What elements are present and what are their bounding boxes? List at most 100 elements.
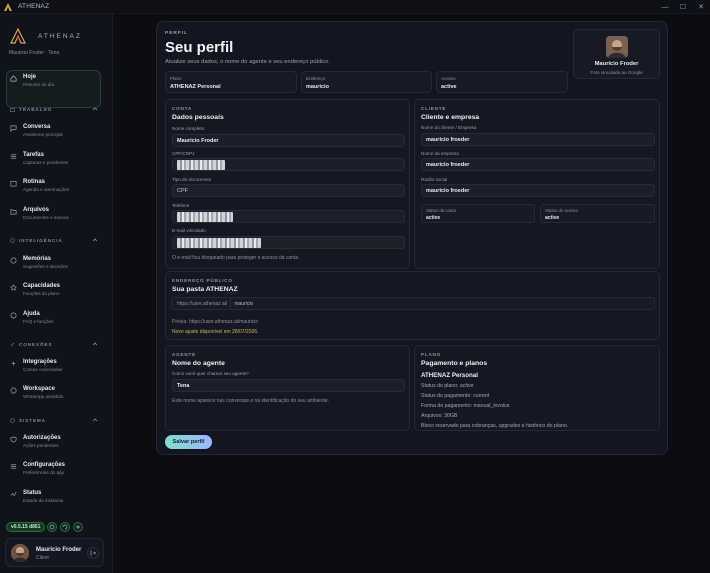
sidebar-item-sub: Documentos e anexos [23,215,69,220]
plan-line: Arquivos: 30GB [421,413,458,419]
address-slug[interactable]: mauricio [231,301,253,307]
link-icon [10,342,15,346]
full-name-label: Nome completo [172,126,205,131]
redacted-value [177,159,225,170]
account-status: Status da conta active [421,204,535,223]
sidebar-item-configuracoes[interactable]: Configurações Preferências do app [10,462,102,475]
section-conexoes[interactable]: CONEXÕES [10,341,98,347]
window-title: ATHENAZ [18,3,50,10]
sidebar-item-label: Status [23,490,42,496]
sidebar-item-integracoes[interactable]: Integrações Contas conectadas [10,359,102,372]
close-button[interactable]: ✕ [692,0,710,14]
sidebar-item-memorias[interactable]: Memórias Sugestões e decisões [10,256,102,269]
sidebar-item-conversa[interactable]: Conversa Assistente principal [10,124,102,137]
user-box[interactable]: Mauricio Froder Client [5,538,104,567]
plan-name: ATHENAZ Personal [421,372,478,379]
card-title: Cliente e empresa [421,114,480,121]
access-status-value: active [545,215,560,221]
save-button[interactable]: Salvar perfil [165,435,212,449]
brand-name: ATHENAZ [38,32,82,40]
client-input[interactable]: mauricio froeder [421,133,655,146]
conta-card: CONTA Dados pessoais Nome completo Mauri… [165,99,410,269]
sidebar-item-capacidades[interactable]: Capacidades Funções do plano [10,283,102,296]
chevron-up-icon[interactable] [92,106,98,112]
sidebar-item-rotinas[interactable]: Rotinas Agenda e automações [10,179,102,192]
logout-button[interactable] [87,547,99,559]
stat-label: Acesso [441,76,456,81]
stat-label: Endereço [306,76,326,81]
client-label: Nome do cliente / Empresa [421,125,477,130]
maximize-button[interactable]: ☐ [674,0,692,14]
sidebar-item-sub: Estado da instância [23,498,64,503]
user-role: Client [36,555,49,561]
full-name-input[interactable]: Mauricio Froder [172,134,405,147]
update-icon[interactable] [73,522,83,532]
chevron-up-icon[interactable] [92,237,98,243]
sidebar-item-ajuda[interactable]: Ajuda FAQ e funções [10,311,102,324]
legal-label: Razão social [421,177,448,182]
email-label: E-mail vinculado [172,228,206,233]
agente-card: AGENTE Nome do agente Como você quer cha… [165,345,410,431]
access-status-label: Status do acesso [545,208,578,213]
section-sistema[interactable]: SISTEMA [10,417,98,423]
brand-logo-icon [10,28,26,44]
stat-label: Plano [170,76,182,81]
sidebar-item-workspace[interactable]: Workspace WhatsApp assistido [10,386,102,399]
stat-endereco: Endereço mauricio [301,71,432,93]
phone-input[interactable] [172,210,405,223]
sidebar-item-arquivos[interactable]: Arquivos Documentos e anexos [10,207,102,220]
sidebar-item-status[interactable]: Status Estado da instância [10,490,102,503]
address-warning: Novo ajuste disponível em 28/07/2026. [172,329,259,335]
section-trabalho[interactable]: TRABALHO [10,106,98,112]
phone-label: Telefone [172,203,190,208]
doc-type-label: Tipo de documento [172,177,212,182]
card-eyebrow: CONTA [172,106,192,111]
sidebar-item-tarefas[interactable]: Tarefas Capturas e pendentes [10,152,102,165]
section-inteligencia[interactable]: INTELIGÊNCIA [10,237,98,243]
refresh-icon[interactable] [47,522,57,532]
minimize-button[interactable]: — [656,0,674,14]
card-eyebrow: ENDEREÇO PÚBLICO [172,278,233,283]
email-field [172,236,405,249]
company-input[interactable]: mauricio froeder [421,158,655,171]
brand: ATHENAZ [10,28,82,44]
cpf-label: CPF/CNPJ [172,151,195,156]
address-input[interactable]: https://user.athenaz.ai/ mauricio [171,297,655,310]
page-eyebrow: PERFIL [165,31,189,36]
sidebar-item-sub: Assistente principal [23,132,63,137]
sidebar-item-label: Conversa [23,124,51,130]
profile-photo-note: Foto vinculada ao Google [590,70,643,75]
legal-input[interactable]: mauricio froeder [421,184,655,197]
sidebar-item-label: Tarefas [23,152,44,158]
email-note: O e-mail fica bloqueado para proteger o … [172,255,300,261]
plan-line: Status do plano: active [421,383,474,389]
stat-plano: Plano ATHENAZ Personal [165,71,297,93]
section-title: INTELIGÊNCIA [19,237,63,243]
app-logo-icon [4,2,12,11]
doc-type-input[interactable]: CPF [172,184,405,197]
sidebar-item-hoje-content[interactable]: Hoje Resumo do dia [10,74,102,87]
address-prefix: https://user.athenaz.ai/ [172,298,232,309]
cpf-input[interactable] [172,158,405,171]
agent-name-input[interactable]: Tena [172,379,405,392]
status-icon [10,491,17,496]
sidebar-item-label: Memórias [23,256,52,262]
card-title: Pagamento e planos [421,360,488,367]
sidebar-item-sub: Sugestões e decisões [23,264,68,269]
briefcase-icon [10,107,15,112]
section-title: TRABALHO [19,106,53,112]
sidebar-item-autorizacoes[interactable]: Autorizações Ações pendentes [10,435,102,448]
sidebar-item-sub: Preferências do app [23,470,65,475]
chevron-up-icon[interactable] [92,417,98,423]
sync-icon[interactable] [60,522,70,532]
sidebar-item-label: Arquivos [23,207,50,213]
chevron-up-icon[interactable] [92,341,98,347]
sidebar-item-label: Capacidades [23,283,61,289]
home-icon [10,75,17,82]
sidebar-item-label: Workspace [23,386,55,392]
integration-icon [11,361,16,366]
sidebar: ATHENAZ Mauricio Froder · Tena Hoje Resu… [0,14,113,573]
routine-icon [10,180,17,187]
plan-line: Bloco reservado para cobranças, upgrades… [421,423,569,429]
account-status-value: active [426,215,441,221]
